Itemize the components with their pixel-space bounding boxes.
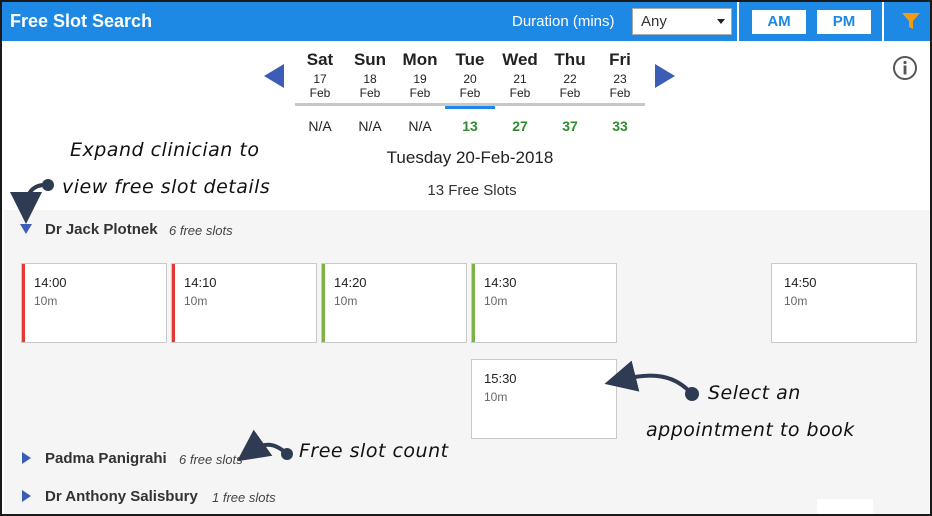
week-day-strip: Sat 17 Feb Sun 18 Feb Mon 19 Feb Tue 20 … bbox=[295, 50, 645, 109]
app-title: Free Slot Search bbox=[10, 11, 153, 31]
day-name: Mon bbox=[402, 50, 438, 69]
day-count-fri: 33 bbox=[612, 118, 628, 134]
expand-toggle-icon[interactable] bbox=[22, 490, 31, 502]
day-count-sun: N/A bbox=[358, 118, 382, 134]
slot-time: 14:00 bbox=[34, 275, 67, 290]
slot-time: 14:20 bbox=[334, 275, 367, 290]
duration-select[interactable]: Any bbox=[632, 8, 732, 35]
slot-time: 14:50 bbox=[784, 275, 817, 290]
annotation-expand-line2: view free slot details bbox=[62, 176, 271, 198]
slot-duration: 10m bbox=[484, 390, 508, 404]
day-month: Feb bbox=[459, 86, 481, 100]
clinician-name[interactable]: Dr Anthony Salisbury bbox=[45, 488, 198, 505]
slot-status-bar bbox=[322, 264, 325, 342]
header-bar: Free Slot Search Duration (mins) Any AM … bbox=[2, 2, 930, 41]
slot-card[interactable]: 14:30 10m bbox=[471, 263, 617, 343]
expand-toggle-icon[interactable] bbox=[22, 452, 31, 464]
day-month: Feb bbox=[309, 86, 331, 100]
day-date: 23 bbox=[613, 72, 627, 86]
slot-card[interactable]: 14:00 10m bbox=[21, 263, 167, 343]
day-month: Feb bbox=[509, 86, 531, 100]
day-date: 22 bbox=[563, 72, 577, 86]
slot-card[interactable]: 14:20 10m bbox=[321, 263, 467, 343]
app-frame: Free Slot Search Duration (mins) Any AM … bbox=[0, 0, 932, 516]
expand-toggle-icon[interactable] bbox=[20, 224, 32, 234]
day-fri[interactable]: Fri 23 Feb bbox=[595, 50, 645, 106]
day-date: 21 bbox=[513, 72, 527, 86]
day-month: Feb bbox=[359, 86, 381, 100]
filter-icon[interactable] bbox=[900, 10, 922, 32]
prev-week-arrow-icon[interactable] bbox=[264, 64, 284, 88]
day-count-wed: 27 bbox=[512, 118, 528, 134]
slot-card[interactable]: 14:10 10m bbox=[171, 263, 317, 343]
day-count-sat: N/A bbox=[308, 118, 332, 134]
day-mon[interactable]: Mon 19 Feb bbox=[395, 50, 445, 106]
annotation-expand-line1: Expand clinician to bbox=[70, 139, 260, 161]
day-count-mon: N/A bbox=[408, 118, 432, 134]
slot-card[interactable]: 15:30 10m bbox=[471, 359, 617, 439]
clinician-slot-count: 1 free slots bbox=[212, 490, 276, 505]
clinician-list-panel bbox=[4, 210, 930, 514]
header-divider bbox=[882, 2, 884, 41]
scroll-corner bbox=[817, 499, 873, 514]
day-date: 19 bbox=[413, 72, 427, 86]
day-month: Feb bbox=[559, 86, 581, 100]
annotation-select-line2: appointment to book bbox=[646, 419, 855, 441]
day-date: 18 bbox=[363, 72, 377, 86]
day-name: Sun bbox=[353, 50, 387, 69]
day-count-tue: 13 bbox=[462, 118, 478, 134]
day-name: Tue bbox=[455, 50, 485, 69]
next-week-arrow-icon[interactable] bbox=[655, 64, 675, 88]
day-thu[interactable]: Thu 22 Feb bbox=[545, 50, 595, 106]
slot-status-bar bbox=[172, 264, 175, 342]
annotation-select-line1: Select an bbox=[708, 382, 801, 404]
day-name: Sat bbox=[306, 50, 334, 69]
clinician-slot-count: 6 free slots bbox=[169, 223, 233, 238]
slot-duration: 10m bbox=[784, 294, 808, 308]
clinician-slot-count: 6 free slots bbox=[179, 452, 243, 467]
duration-value: Any bbox=[641, 13, 667, 30]
clinician-name[interactable]: Padma Panigrahi bbox=[45, 450, 167, 467]
day-date: 20 bbox=[463, 72, 477, 86]
slot-time: 15:30 bbox=[484, 371, 517, 386]
pm-button[interactable]: PM bbox=[817, 10, 871, 34]
slot-duration: 10m bbox=[34, 294, 58, 308]
am-button[interactable]: AM bbox=[752, 10, 806, 34]
chevron-down-icon bbox=[717, 19, 725, 24]
annotation-count-note: Free slot count bbox=[299, 440, 449, 462]
day-name: Wed bbox=[502, 50, 538, 69]
day-month: Feb bbox=[609, 86, 631, 100]
clinician-name[interactable]: Dr Jack Plotnek bbox=[45, 221, 158, 238]
slot-duration: 10m bbox=[484, 294, 508, 308]
slot-time: 14:10 bbox=[184, 275, 217, 290]
day-month: Feb bbox=[409, 86, 431, 100]
slot-status-bar bbox=[22, 264, 25, 342]
duration-label: Duration (mins) bbox=[512, 13, 615, 30]
day-name: Fri bbox=[609, 50, 631, 69]
day-tue[interactable]: Tue 20 Feb bbox=[445, 50, 495, 109]
slot-card[interactable]: 14:50 10m bbox=[771, 263, 917, 343]
day-wed[interactable]: Wed 21 Feb bbox=[495, 50, 545, 106]
day-date: 17 bbox=[313, 72, 327, 86]
day-count-thu: 37 bbox=[562, 118, 578, 134]
slot-status-bar bbox=[472, 264, 475, 342]
slot-duration: 10m bbox=[334, 294, 358, 308]
day-sun[interactable]: Sun 18 Feb bbox=[345, 50, 395, 106]
slot-time: 14:30 bbox=[484, 275, 517, 290]
day-name: Thu bbox=[554, 50, 586, 69]
slot-duration: 10m bbox=[184, 294, 208, 308]
info-icon[interactable] bbox=[892, 55, 918, 81]
day-sat[interactable]: Sat 17 Feb bbox=[295, 50, 345, 106]
header-divider bbox=[737, 2, 739, 41]
